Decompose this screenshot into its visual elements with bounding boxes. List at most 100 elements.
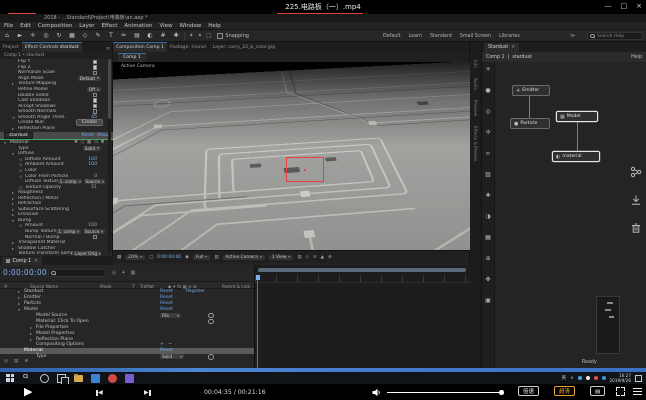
reset-link[interactable]: Reset — [82, 133, 94, 138]
timeline-toggle-icon[interactable]: ◎ — [4, 359, 8, 364]
close-icon[interactable]: × — [511, 45, 515, 50]
taskbar-app-blue[interactable] — [91, 374, 100, 383]
settings-button[interactable]: ▤ — [590, 386, 605, 396]
tray-icon[interactable] — [586, 376, 590, 380]
viewport-bar-item[interactable]: ◇ — [306, 255, 309, 260]
download-icon[interactable] — [630, 194, 642, 206]
tool-icon[interactable]: ▦ — [68, 32, 76, 39]
viewport-bar-item[interactable]: ⊕ — [328, 255, 332, 260]
volume-icon[interactable] — [372, 388, 381, 397]
menu-item[interactable]: File — [4, 23, 13, 29]
effect-row[interactable]: ▸ Reflection Plane — [0, 126, 109, 132]
workspace-item[interactable]: Libraries — [499, 34, 520, 39]
menu-item[interactable]: Animation — [124, 23, 152, 29]
search-help-box[interactable]: Search Help — [587, 32, 643, 40]
viewport-bar-item[interactable]: ▤ — [297, 255, 301, 260]
row-value[interactable]: ✱ ○ ▦ ½ ✱ — [74, 140, 105, 145]
next-button[interactable]: ▶ — [144, 389, 151, 396]
collapsed-panel-tab[interactable]: Preview — [473, 100, 478, 116]
trash-icon[interactable] — [630, 222, 642, 234]
minimize-button[interactable]: — — [605, 2, 612, 10]
menu-item[interactable]: Effect — [102, 23, 118, 29]
row-value-2[interactable]: Source — [84, 179, 105, 184]
time-navigator[interactable] — [258, 268, 466, 272]
tool-extra-icon[interactable]: □ — [206, 33, 211, 39]
tool-icon[interactable]: ▤ — [133, 32, 141, 39]
stardust-tool-icon[interactable]: ✤ — [485, 276, 490, 297]
stardust-tool-icon[interactable]: ✚ — [485, 192, 490, 213]
row-value[interactable]: Solid — [83, 146, 101, 151]
taskbar-app-red[interactable] — [108, 374, 117, 383]
stardust-tool-icon[interactable]: ✣ — [485, 129, 490, 150]
row-checkbox[interactable] — [93, 93, 98, 98]
close-icon[interactable]: × — [34, 259, 38, 264]
fullscreen-icon[interactable] — [616, 387, 625, 396]
node-material[interactable]: ◐ material — [552, 151, 600, 162]
menu-item[interactable]: Window — [180, 23, 202, 29]
viewport-bar-item[interactable]: ▦ — [117, 255, 121, 260]
node-minimap[interactable] — [596, 296, 620, 354]
tool-icon[interactable]: ◐ — [146, 32, 154, 39]
tool-icon[interactable]: # — [159, 32, 167, 39]
viewport-bar-item[interactable]: 0:00:00:00 — [157, 255, 181, 260]
collapsed-panel-tab[interactable]: Info — [473, 60, 478, 68]
viewport-bar-item[interactable]: □ — [149, 255, 153, 260]
tray-icon[interactable] — [594, 376, 598, 380]
stardust-tool-icon[interactable]: ✳ — [485, 66, 490, 87]
tool-icon[interactable]: ✎ — [94, 32, 102, 39]
workspace-item[interactable]: Learn — [409, 34, 422, 39]
option-icon[interactable] — [208, 354, 214, 360]
timeline-toggle-icon[interactable]: ▤ — [14, 359, 18, 364]
row-value-2[interactable]: Source — [83, 229, 105, 234]
maximize-button[interactable]: □ — [621, 2, 628, 10]
viewer-tab[interactable]: Layer: carry_22_b_color.jpg — [209, 43, 278, 52]
viewer-tab[interactable]: Footage: (none) — [167, 43, 210, 52]
taskbar-clock[interactable]: 16:27 2019/9/26 — [610, 373, 631, 383]
current-timecode[interactable]: 0:00:00:00 — [3, 268, 47, 277]
row-value[interactable]: Reset — [160, 295, 173, 300]
stardust-tool-icon[interactable]: ◎ — [485, 108, 490, 129]
tool-icon[interactable]: ◇ — [81, 32, 89, 39]
volume-slider-thumb[interactable] — [499, 390, 504, 395]
row-value[interactable]: Reset — [160, 307, 173, 312]
tool-icon[interactable]: ► — [16, 32, 24, 39]
menu-item[interactable]: Layer — [79, 23, 94, 29]
row-value[interactable]: Create — [76, 119, 103, 126]
viewer-tab[interactable]: Composition Comp 1 — [113, 42, 167, 52]
tool-extra-icon[interactable]: ✦ — [189, 33, 194, 39]
viewport-bar-item[interactable]: Active Camera — [223, 255, 265, 260]
option-icon[interactable] — [208, 313, 214, 319]
menu-item[interactable]: Composition — [38, 23, 72, 29]
row-checkbox[interactable] — [93, 65, 98, 70]
timeline-tab[interactable]: Comp 1 × — [2, 257, 42, 265]
viewport-bar-item[interactable]: 20% — [125, 255, 145, 260]
task-view-icon[interactable] — [57, 374, 66, 383]
stardust-tab[interactable]: Stardust × — [484, 43, 519, 52]
stardust-tool-icon[interactable]: ◑ — [485, 213, 490, 234]
tray-icon[interactable] — [602, 376, 606, 380]
node-particle[interactable]: ● Particle — [510, 118, 550, 129]
workspace-item[interactable]: Small Screen — [460, 34, 491, 39]
viewport-bar-item[interactable]: Full — [193, 255, 211, 260]
stardust-tool-icon[interactable]: ▧ — [485, 171, 491, 192]
timeline-mini-icon[interactable]: ▦ — [131, 270, 136, 276]
col-trkmat[interactable]: TrkMat — [140, 284, 154, 289]
tool-icon[interactable]: ⌂ — [3, 32, 11, 39]
option-icon[interactable] — [208, 319, 214, 325]
timeline-mini-icon[interactable]: ◎ — [112, 270, 116, 276]
viewport-bar-item[interactable]: ◉ — [185, 255, 189, 260]
row-value[interactable]: File — [160, 313, 181, 318]
viewport-canvas[interactable] — [113, 62, 470, 250]
tool-icon[interactable]: ◎ — [42, 32, 50, 39]
col-t[interactable]: T — [132, 284, 135, 289]
tool-icon[interactable]: ✛ — [29, 32, 37, 39]
col-mode[interactable]: Mode — [100, 284, 111, 289]
playback-speed-button[interactable]: 倍速 — [518, 386, 539, 396]
row-value[interactable]: Reset — [160, 301, 173, 306]
row-value[interactable]: 100 — [88, 162, 97, 167]
workspace-item[interactable]: Standard — [430, 34, 452, 39]
taskbar-search-icon[interactable] — [23, 374, 32, 383]
menu-item[interactable]: View — [159, 23, 172, 29]
tab-project[interactable]: Project — [0, 43, 22, 52]
start-button[interactable] — [6, 374, 15, 383]
